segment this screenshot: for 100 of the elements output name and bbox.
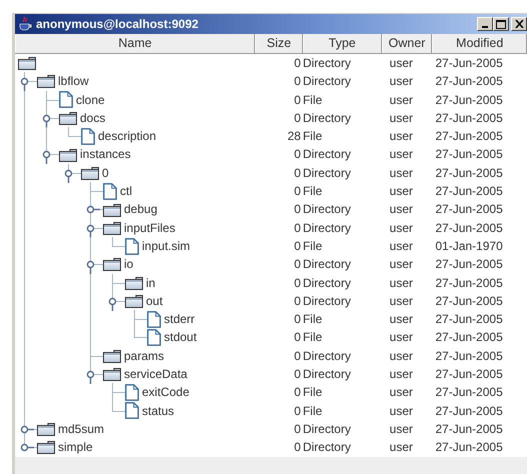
date-cell-text: 01-Jan-1970 <box>434 238 504 255</box>
type-cell-text: Directory <box>302 55 352 72</box>
maximize-button[interactable] <box>493 17 509 31</box>
type-cell-text: Directory <box>302 110 352 127</box>
type-cell-text: File <box>302 92 324 109</box>
type-cell-text: File <box>302 183 324 200</box>
file-name[interactable]: simple <box>55 438 93 457</box>
folder-icon <box>37 440 55 454</box>
owner-cell-text: user <box>388 329 414 346</box>
folder-icon <box>103 220 121 235</box>
folder-icon <box>125 276 143 290</box>
type-cell-text: Directory <box>302 348 352 365</box>
date-cell-text: 27-Jun-2005 <box>434 256 504 274</box>
owner-cell-text: user <box>388 311 414 328</box>
date-cell-text: 27-Jun-2005 <box>434 73 504 90</box>
date-cell-text: 27-Jun-2005 <box>434 92 504 109</box>
column-header[interactable]: Owner <box>382 34 432 53</box>
date-cell-text: 27-Jun-2005 <box>434 220 504 237</box>
owner-cell-text: user <box>388 55 414 72</box>
size-cell-text: 0 <box>293 439 302 456</box>
type-cell-text: Directory <box>302 146 352 164</box>
file-icon <box>125 238 139 255</box>
date-cell-text: 27-Jun-2005 <box>434 201 504 218</box>
size-cell-text: 0 <box>293 329 302 346</box>
date-cell-text: 27-Jun-2005 <box>434 439 504 456</box>
column-header[interactable]: Size <box>255 34 303 53</box>
type-cell-text: Directory <box>302 292 352 310</box>
owner-cell-text: user <box>388 220 414 237</box>
type-cell-text: File <box>302 311 324 328</box>
date-cell-text: 27-Jun-2005 <box>434 420 504 438</box>
file-name[interactable]: io <box>121 255 134 274</box>
column-header[interactable]: Type <box>302 34 382 53</box>
column-header[interactable]: Modified <box>432 34 527 53</box>
file-name[interactable]: description <box>95 127 156 146</box>
file-icon <box>81 128 95 145</box>
file-name[interactable]: inputFiles <box>121 218 176 237</box>
owner-cell-text: user <box>388 402 414 420</box>
folder-icon <box>18 56 36 70</box>
file-name[interactable]: params <box>121 346 164 366</box>
owner-cell-text: user <box>388 274 414 292</box>
file-name[interactable]: debug <box>121 200 158 219</box>
close-button[interactable] <box>511 17 527 31</box>
file-name[interactable]: ctl <box>117 182 132 200</box>
size-cell-text: 0 <box>293 366 302 384</box>
owner-cell-text: user <box>388 183 414 200</box>
minimize-button[interactable] <box>477 17 493 31</box>
file-name[interactable]: in <box>143 274 156 292</box>
size-cell-text: 0 <box>293 220 302 237</box>
folder-icon <box>103 257 121 272</box>
file-name[interactable]: status <box>139 402 174 420</box>
date-cell-text: 27-Jun-2005 <box>434 366 504 384</box>
date-cell-text: 27-Jun-2005 <box>434 128 504 146</box>
folder-icon <box>37 422 55 436</box>
date-cell-text: 27-Jun-2005 <box>434 146 504 164</box>
type-cell-text: File <box>302 402 324 420</box>
type-cell-text: File <box>302 329 324 346</box>
owner-cell-text: user <box>388 128 414 146</box>
folder-icon <box>103 367 121 382</box>
file-name[interactable]: stdout <box>161 328 197 347</box>
date-cell-text: 27-Jun-2005 <box>434 329 504 346</box>
folder-icon <box>37 74 55 88</box>
owner-cell-text: user <box>388 201 414 218</box>
file-name[interactable]: clone <box>73 90 105 109</box>
type-cell-text: Directory <box>302 201 352 218</box>
file-name[interactable]: input.sim <box>139 236 190 256</box>
owner-cell-text: user <box>388 256 414 274</box>
owner-cell-text: user <box>388 348 414 365</box>
file-name[interactable]: docs <box>77 108 106 128</box>
date-cell-text: 27-Jun-2005 <box>434 311 504 328</box>
size-cell-text: 0 <box>293 256 302 274</box>
file-icon <box>147 329 161 346</box>
column-header[interactable]: Name <box>15 34 256 53</box>
folder-icon <box>59 148 77 162</box>
type-cell-text: Directory <box>302 439 352 456</box>
file-name[interactable]: instances <box>77 145 131 164</box>
file-name[interactable]: out <box>143 292 163 310</box>
date-cell-text: 27-Jun-2005 <box>434 110 504 127</box>
date-cell-text: 27-Jun-2005 <box>434 292 504 310</box>
size-cell-text: 0 <box>293 73 302 90</box>
size-cell-text: 0 <box>293 348 302 365</box>
folder-icon <box>125 294 143 308</box>
file-name[interactable]: stderr <box>161 310 195 328</box>
owner-cell-text: user <box>388 384 414 402</box>
type-cell-text: Directory <box>302 256 352 274</box>
file-name[interactable]: md5sum <box>55 420 104 438</box>
date-cell-text: 27-Jun-2005 <box>434 348 504 365</box>
size-cell-text: 0 <box>293 183 302 200</box>
size-cell-text: 0 <box>293 420 302 438</box>
file-icon <box>59 91 73 108</box>
file-name[interactable]: serviceData <box>121 365 188 384</box>
file-name[interactable]: lbflow <box>55 72 89 91</box>
file-name[interactable]: exitCode <box>139 383 190 402</box>
type-cell-text: File <box>302 384 324 402</box>
file-name[interactable]: 0 <box>99 164 109 182</box>
owner-cell-text: user <box>388 366 414 384</box>
window-title: anonymous@localhost:9092 <box>36 16 198 33</box>
size-cell-text: 0 <box>293 292 302 310</box>
file-icon <box>103 182 117 200</box>
type-cell-text: Directory <box>302 366 352 384</box>
type-cell-text: Directory <box>302 274 352 292</box>
